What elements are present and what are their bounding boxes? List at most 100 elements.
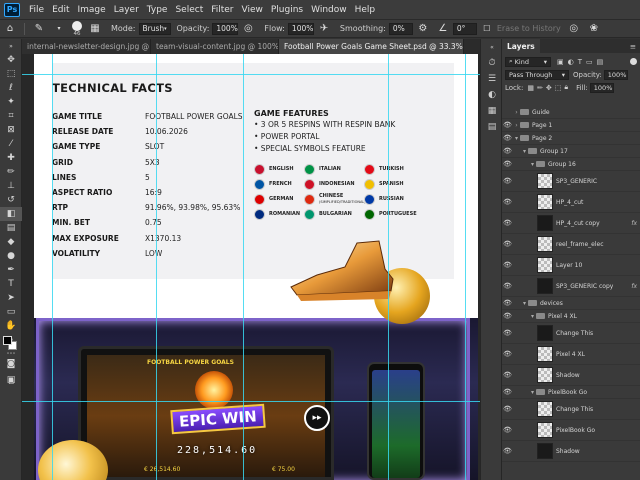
eye-icon[interactable]: 👁︎ (502, 121, 513, 129)
frame-tool-icon[interactable]: ⊠ (0, 123, 22, 137)
guide-line[interactable] (388, 54, 389, 480)
guide-line[interactable] (465, 54, 466, 480)
eyedropper-tool-icon[interactable]: ⁄ (0, 137, 22, 151)
lock-all-icon[interactable]: 🔒︎ (564, 83, 568, 92)
tab-football-power-goals[interactable]: Football Power Goals Game Sheet.psd @ 33… (279, 39, 464, 54)
chevron-down-icon[interactable]: ▾ (521, 148, 528, 155)
gear-icon[interactable]: ⚙ (416, 22, 430, 36)
toolbar-collapse-icon[interactable]: » (0, 39, 22, 53)
mode-select[interactable]: Brush ▾ (138, 22, 171, 35)
pressure-opacity-icon[interactable]: ◎ (241, 22, 255, 36)
chevron-down-icon[interactable]: ▾ (529, 161, 536, 168)
eraser-tool-icon[interactable]: ✎ (32, 22, 46, 36)
layer-row[interactable]: 👁︎ Shadow (502, 365, 640, 386)
chevron-down-icon[interactable]: ▾ (529, 313, 536, 320)
swatches-icon[interactable]: ▦ (481, 103, 503, 119)
quick-select-tool-icon[interactable]: ✦ (0, 95, 22, 109)
panel-menu-icon[interactable]: ≡ (630, 42, 640, 51)
kind-filter-select[interactable]: ⌕ Kind ▾ (505, 56, 551, 67)
eye-icon[interactable]: 👁︎ (502, 160, 513, 168)
menu-select[interactable]: Select (171, 0, 207, 20)
eye-icon[interactable]: 👁︎ (502, 219, 513, 227)
tab-team-visual-content[interactable]: team-visual-content.jpg @ 100% (RGB/... (151, 39, 279, 54)
eye-icon[interactable]: 👁︎ (502, 240, 513, 248)
pen-tool-icon[interactable]: ✒ (0, 263, 22, 277)
layer-row[interactable]: 👁︎ Layer 10 (502, 255, 640, 276)
eye-icon[interactable]: 👁︎ (502, 198, 513, 206)
filter-smart-object-icon[interactable]: ▤ (597, 58, 604, 66)
chevron-down-icon[interactable]: ▾ (521, 300, 528, 307)
eye-icon[interactable]: 👁︎ (502, 371, 513, 379)
eye-icon[interactable]: 👁︎ (502, 299, 513, 307)
layer-row[interactable]: 👁︎ Change This (502, 323, 640, 344)
layer-row[interactable]: › Guide (502, 106, 640, 119)
angle-field[interactable]: 0° (452, 22, 477, 35)
eye-icon[interactable]: 👁︎ (502, 282, 513, 290)
airbrush-icon[interactable]: ✈ (317, 22, 331, 36)
checkbox-icon[interactable]: ☐ (480, 22, 494, 36)
rectangle-tool-icon[interactable]: ▭ (0, 305, 22, 319)
eye-icon[interactable]: 👁︎ (502, 312, 513, 320)
tab-layers[interactable]: Layers (502, 39, 540, 53)
layer-row[interactable]: 👁︎ SP3_GENERIC (502, 171, 640, 192)
menu-filter[interactable]: Filter (207, 0, 237, 20)
layer-row[interactable]: 👁︎ ▾ Page 2 (502, 132, 640, 145)
eye-icon[interactable]: 👁︎ (502, 426, 513, 434)
menu-file[interactable]: File (25, 0, 48, 20)
fx-icon[interactable]: fx (631, 220, 637, 227)
menu-type[interactable]: Type (143, 0, 172, 20)
lock-transparency-icon[interactable]: ▦ (527, 84, 534, 92)
guide-line[interactable] (243, 54, 244, 480)
artboard[interactable]: TECHNICAL FACTS GAME TITLE FOOTBALL POWER… (34, 54, 478, 480)
eye-icon[interactable]: 👁︎ (502, 405, 513, 413)
lock-artboard-icon[interactable]: ⬚ (555, 84, 562, 92)
properties-icon[interactable]: ☰ (481, 71, 503, 87)
eye-icon[interactable]: 👁︎ (502, 329, 513, 337)
tab-internal-newsletter[interactable]: internal-newsletter-design.jpg @ 100%... (22, 39, 151, 54)
brush-preset-picker[interactable]: 46 (72, 20, 82, 37)
menu-window[interactable]: Window (307, 0, 351, 20)
history-brush-tool-icon[interactable]: ↺ (0, 193, 22, 207)
eye-icon[interactable]: 👁︎ (502, 147, 513, 155)
lasso-tool-icon[interactable]: ℓ (0, 81, 22, 95)
layer-row[interactable]: 👁︎ ▾ PixelBook Go (502, 386, 640, 399)
chevron-down-icon[interactable]: ▾ (529, 389, 536, 396)
brush-settings-icon[interactable]: ▦ (88, 22, 102, 36)
chevron-down-icon[interactable]: ▾ (513, 135, 520, 142)
menu-image[interactable]: Image (74, 0, 110, 20)
guide-line[interactable] (22, 74, 480, 75)
path-selection-tool-icon[interactable]: ➤ (0, 291, 22, 305)
guide-line[interactable] (156, 54, 157, 480)
quick-mask-icon[interactable]: ◙ (0, 357, 22, 371)
layer-row[interactable]: 👁︎ Change This (502, 399, 640, 420)
layer-row[interactable]: 👁︎ Pixel 4 XL (502, 344, 640, 365)
chevron-right-icon[interactable]: › (513, 122, 520, 129)
layer-row[interactable]: 👁︎ › Page 1 (502, 119, 640, 132)
eye-icon[interactable]: 👁︎ (502, 447, 513, 455)
layer-fill-field[interactable]: 100% (589, 82, 614, 93)
filter-shape-icon[interactable]: ▭ (586, 58, 593, 66)
layer-row[interactable]: 👁︎ PixelBook Go (502, 420, 640, 441)
menu-view[interactable]: View (238, 0, 267, 20)
chevron-right-icon[interactable]: › (513, 109, 520, 116)
screen-mode-icon[interactable]: ▣ (0, 373, 22, 387)
hand-tool-icon[interactable]: ✋ (0, 319, 22, 333)
history-icon[interactable]: ⏱ (481, 55, 503, 71)
guide-line[interactable] (52, 54, 53, 480)
layer-row[interactable]: 👁︎ ▾ Group 17 (502, 145, 640, 158)
layer-row[interactable]: 👁︎ ▾ devices (502, 297, 640, 310)
eye-icon[interactable]: 👁︎ (502, 134, 513, 142)
blur-tool-icon[interactable]: ◆ (0, 235, 22, 249)
healing-brush-tool-icon[interactable]: ✚ (0, 151, 22, 165)
canvas-area[interactable]: TECHNICAL FACTS GAME TITLE FOOTBALL POWER… (22, 54, 480, 480)
clone-stamp-tool-icon[interactable]: ⊥ (0, 179, 22, 193)
opacity-field[interactable]: 100% (212, 22, 239, 35)
blend-mode-select[interactable]: Pass Through ▾ (505, 69, 569, 80)
marquee-tool-icon[interactable]: ⬚ (0, 67, 22, 81)
eye-icon[interactable]: 👁︎ (502, 350, 513, 358)
menu-edit[interactable]: Edit (48, 0, 73, 20)
move-tool-icon[interactable]: ✥ (0, 53, 22, 67)
eye-icon[interactable]: 👁︎ (502, 261, 513, 269)
adjustments-icon[interactable]: ◐ (481, 87, 503, 103)
home-icon[interactable]: ⌂ (3, 22, 17, 36)
